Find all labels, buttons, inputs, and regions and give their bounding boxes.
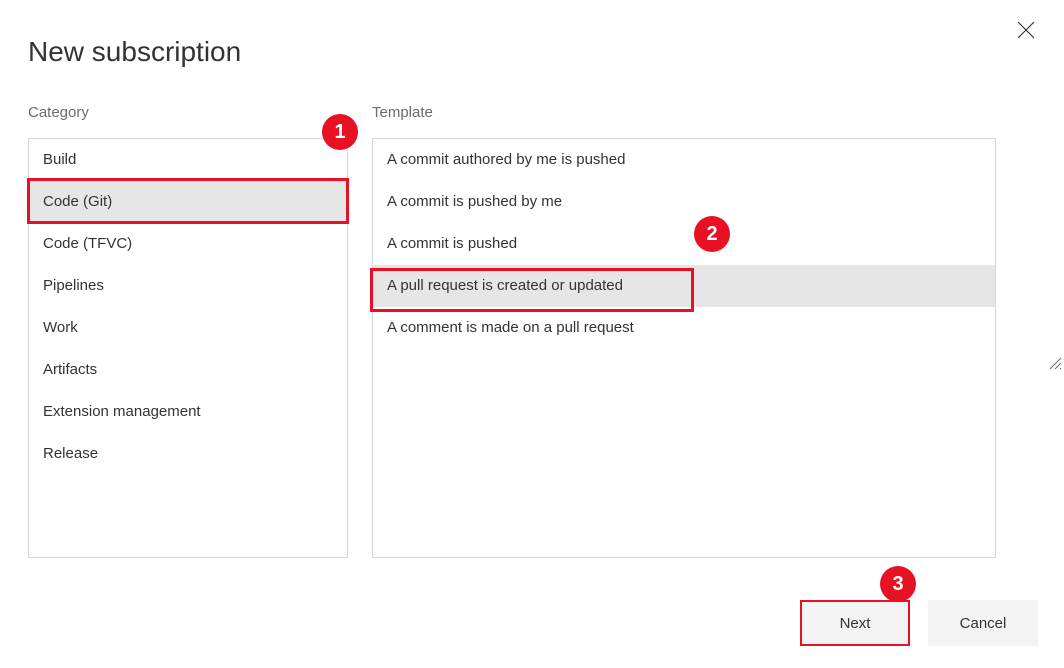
category-item-build[interactable]: Build: [29, 139, 347, 181]
category-list: Build Code (Git) Code (TFVC) Pipelines W…: [28, 138, 348, 558]
dialog-title: New subscription: [28, 36, 241, 68]
template-list: A commit authored by me is pushed A comm…: [372, 138, 996, 558]
template-item[interactable]: A commit is pushed by me: [373, 181, 995, 223]
category-item-artifacts[interactable]: Artifacts: [29, 349, 347, 391]
close-button[interactable]: [1014, 18, 1038, 42]
template-item[interactable]: A comment is made on a pull request: [373, 307, 995, 349]
category-item-release[interactable]: Release: [29, 433, 347, 475]
resize-handle[interactable]: [1048, 356, 1062, 370]
category-item-pipelines[interactable]: Pipelines: [29, 265, 347, 307]
annotation-badge-3: 3: [880, 566, 916, 602]
resize-grip-icon: [1048, 356, 1062, 370]
template-item[interactable]: A commit authored by me is pushed: [373, 139, 995, 181]
dialog-footer: Next Cancel: [800, 600, 1038, 646]
close-icon: [1017, 21, 1035, 39]
next-button[interactable]: Next: [800, 600, 910, 646]
template-item[interactable]: A commit is pushed: [373, 223, 995, 265]
cancel-button[interactable]: Cancel: [928, 600, 1038, 646]
category-item-code-tfvc[interactable]: Code (TFVC): [29, 223, 347, 265]
category-item-code-git[interactable]: Code (Git): [29, 181, 347, 223]
category-item-work[interactable]: Work: [29, 307, 347, 349]
category-item-extension-management[interactable]: Extension management: [29, 391, 347, 433]
template-item[interactable]: A pull request is created or updated: [373, 265, 995, 307]
template-section-label: Template: [372, 104, 433, 121]
category-section-label: Category: [28, 104, 89, 121]
